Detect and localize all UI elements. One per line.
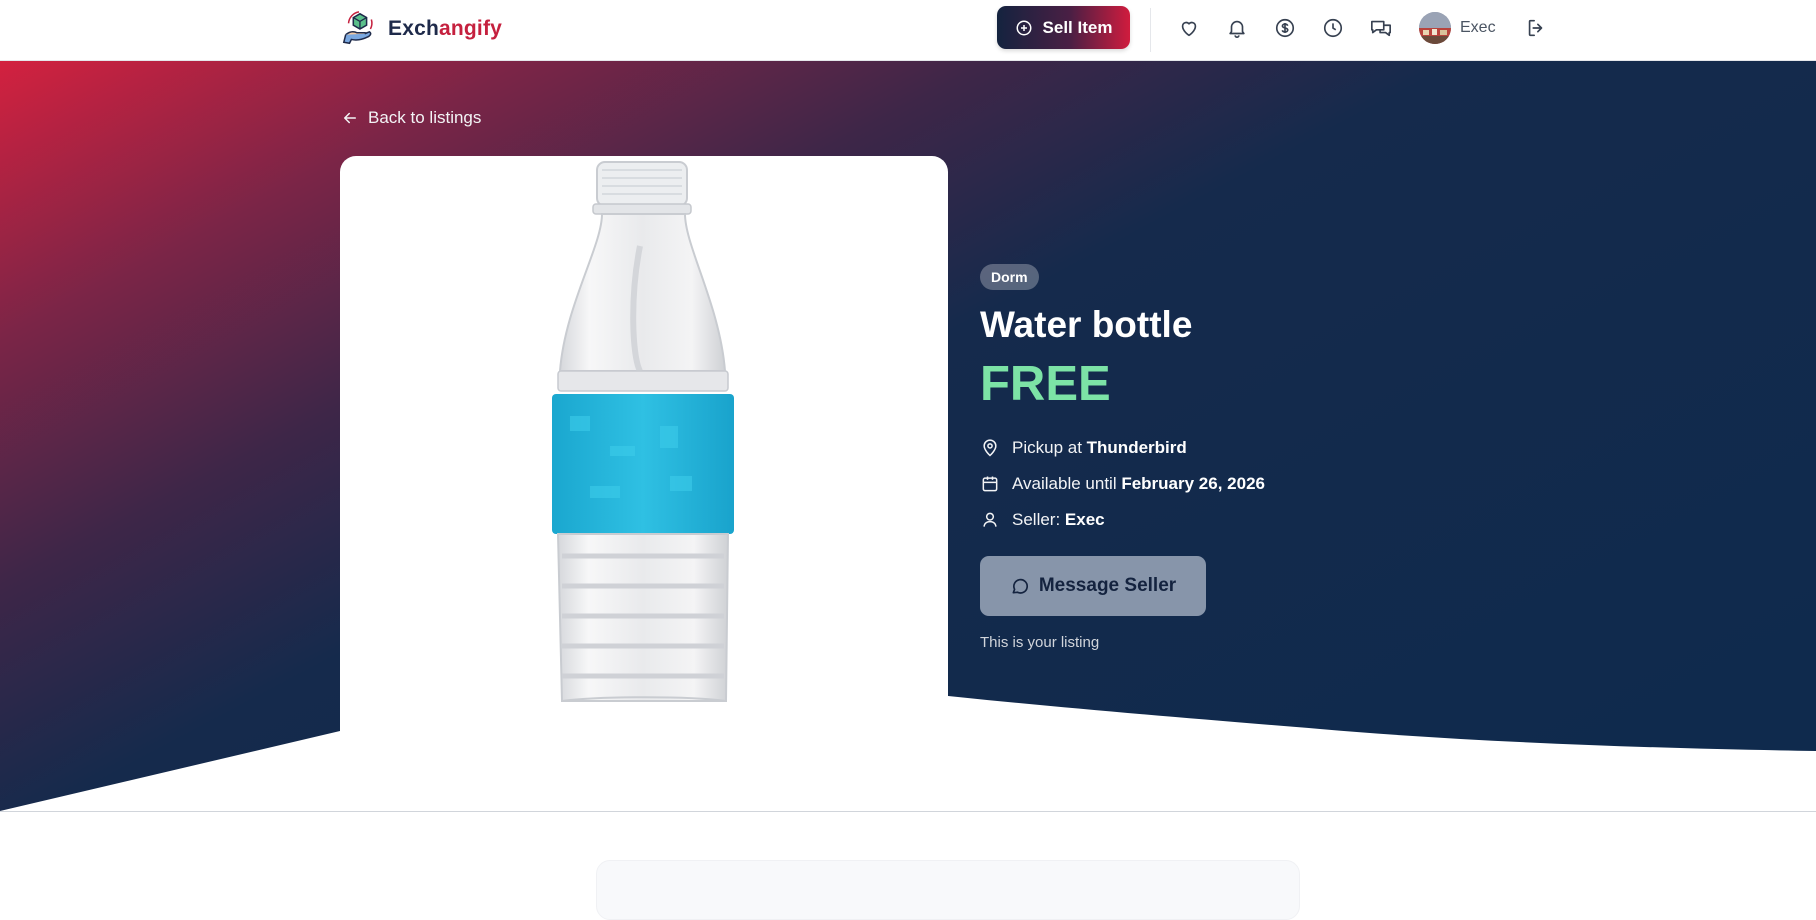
message-seller-button[interactable]: Message Seller [980, 556, 1206, 616]
plus-circle-icon [1016, 20, 1032, 35]
avatar[interactable] [1419, 12, 1451, 44]
pickup-row: Pickup at Thunderbird [980, 430, 1265, 466]
heart-icon [1181, 21, 1197, 37]
brand-name-part1: Exch [388, 17, 439, 40]
seller-prefix: Seller: [1012, 510, 1065, 529]
map-pin-icon [983, 439, 997, 457]
listing-price: FREE [980, 357, 1111, 411]
availability-row: Available until February 26, 2026 [980, 466, 1265, 502]
history-button[interactable] [1321, 16, 1345, 40]
bell-icon [1229, 20, 1245, 38]
notifications-button[interactable] [1225, 16, 1249, 40]
logout-button[interactable] [1524, 16, 1548, 40]
logout-icon [1528, 19, 1543, 37]
brand[interactable]: Exchangify [340, 10, 502, 48]
available-date: February 26, 2026 [1121, 474, 1265, 493]
hand-box-icon [342, 11, 373, 45]
message-circle-icon [1012, 578, 1028, 594]
pickup-location: Thunderbird [1086, 438, 1187, 457]
product-image-card [340, 156, 948, 736]
own-listing-note: This is your listing [980, 634, 1100, 651]
transactions-button[interactable] [1273, 16, 1297, 40]
top-navbar: Exchangify Sell Item Exec [0, 0, 1816, 61]
seller-text: Seller: Exec [1012, 510, 1105, 530]
lower-content-card [596, 860, 1300, 920]
pickup-text: Pickup at Thunderbird [1012, 438, 1187, 458]
navbar-divider [1150, 8, 1151, 52]
user-name[interactable]: Exec [1460, 19, 1496, 37]
message-seller-label: Message Seller [1038, 575, 1177, 596]
product-image [552, 161, 734, 702]
chat-icon [1371, 20, 1391, 37]
listing-meta: Pickup at Thunderbird Available until Fe… [980, 430, 1265, 538]
listing-details: Dorm Water bottle FREE Pickup at Thunder… [980, 264, 1265, 651]
listing-title: Water bottle [980, 304, 1193, 345]
category-badge: Dorm [980, 264, 1039, 290]
arrow-left-icon [344, 112, 356, 124]
user-icon [983, 512, 997, 527]
calendar-icon [982, 476, 998, 492]
favorites-button[interactable] [1177, 16, 1201, 40]
seller-name: Exec [1064, 510, 1105, 529]
messages-button[interactable] [1369, 16, 1393, 40]
section-divider [0, 811, 1816, 812]
pickup-prefix: Pickup at [1012, 438, 1087, 457]
available-prefix: Available until [1012, 474, 1122, 493]
clock-icon [1323, 18, 1343, 38]
seller-row: Seller: Exec [980, 502, 1265, 538]
back-to-listings-link[interactable]: Back to listings [341, 108, 481, 128]
availability-text: Available until February 26, 2026 [1012, 474, 1265, 494]
brand-name-part2: angify [439, 17, 503, 40]
dollar-icon [1275, 18, 1295, 38]
sell-item-label: Sell Item [1042, 17, 1113, 37]
back-link-label: Back to listings [368, 108, 482, 127]
brand-name: Exchangify [388, 17, 502, 41]
sell-item-button[interactable]: Sell Item [997, 6, 1130, 49]
avatar-image [1419, 12, 1451, 44]
